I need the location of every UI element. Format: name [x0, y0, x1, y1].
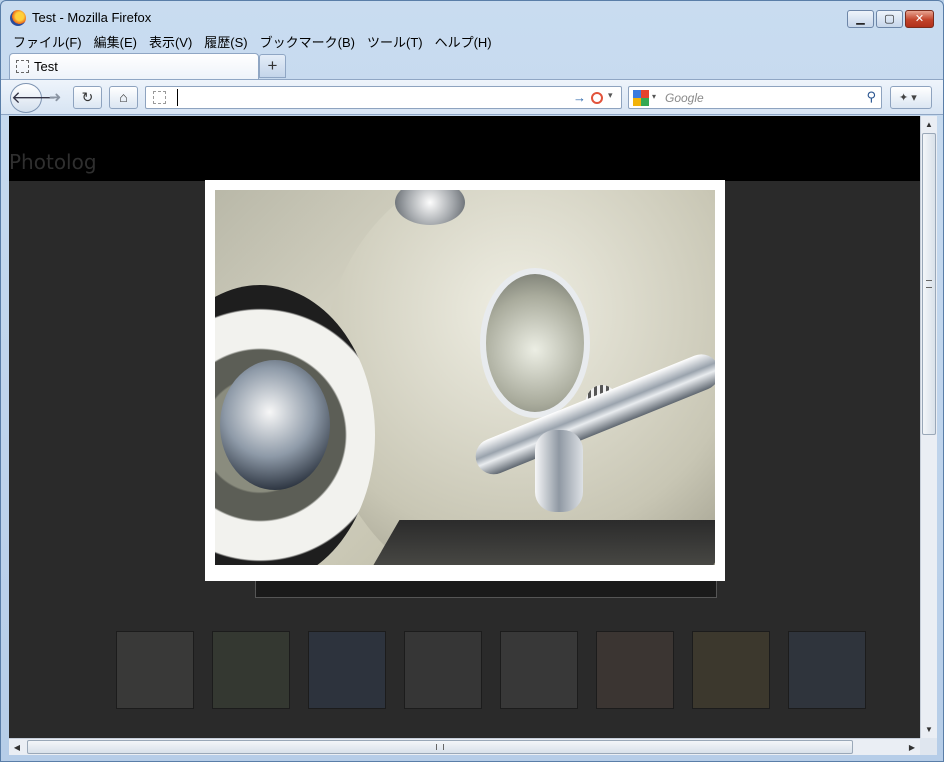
- forward-button[interactable]: ➜: [43, 88, 67, 108]
- thumbnail-strip: [116, 631, 866, 709]
- browser-window: Test - Mozilla Firefox ▁ ▢ ✕ ファイル(F) 編集(…: [0, 0, 944, 762]
- close-icon: ✕: [914, 12, 925, 25]
- window-controls: ▁ ▢ ✕: [847, 10, 934, 28]
- tab-strip: Test +: [1, 51, 943, 79]
- horizontal-scroll-thumb[interactable]: [27, 740, 853, 754]
- reload-button[interactable]: ↻: [73, 86, 102, 109]
- bookmark-ring-icon[interactable]: [591, 92, 603, 104]
- photo-hubcap-shape: [220, 360, 330, 490]
- thumbnail-7[interactable]: [692, 631, 770, 709]
- search-input[interactable]: [665, 90, 855, 106]
- search-bar[interactable]: ▾ ⚲: [628, 86, 882, 109]
- menu-bookmarks[interactable]: ブックマーク(B): [254, 30, 361, 50]
- horizontal-scrollbar[interactable]: ◀ ▶: [9, 738, 920, 755]
- photo-bumper-guard-shape: [535, 430, 583, 512]
- thumbnail-1[interactable]: [116, 631, 194, 709]
- site-header: Photolog: [9, 116, 920, 181]
- search-icon[interactable]: ⚲: [866, 89, 876, 105]
- minimize-button[interactable]: ▁: [847, 10, 874, 28]
- navigation-toolbar: 🡐 ➜ ↻ ⌂ → ▾ ▾ ⚲ ✦ ▾: [1, 79, 943, 115]
- scroll-right-arrow-icon[interactable]: ▶: [904, 739, 920, 756]
- home-icon: ⌂: [119, 89, 128, 105]
- thumbnail-6[interactable]: [596, 631, 674, 709]
- grip-icon: [926, 280, 932, 288]
- enlarged-photo[interactable]: [215, 190, 715, 565]
- scroll-left-arrow-icon[interactable]: ◀: [9, 739, 25, 756]
- menu-help[interactable]: ヘルプ(H): [429, 30, 498, 50]
- menu-edit[interactable]: 編集(E): [88, 30, 143, 50]
- scroll-down-arrow-icon[interactable]: ▼: [921, 721, 937, 738]
- title-bar: Test - Mozilla Firefox ▁ ▢ ✕: [1, 1, 943, 31]
- scrollbar-corner: [920, 738, 937, 755]
- menu-file[interactable]: ファイル(F): [7, 30, 88, 50]
- lightbox-frame[interactable]: [205, 180, 725, 581]
- vertical-scrollbar[interactable]: ▲ ▼: [920, 116, 937, 738]
- url-input[interactable]: [177, 89, 567, 106]
- vertical-scroll-thumb[interactable]: [922, 133, 936, 435]
- thumbnail-2[interactable]: [212, 631, 290, 709]
- site-title[interactable]: Photolog: [9, 150, 97, 174]
- grip-icon: [436, 744, 444, 750]
- page-content: Photolog: [9, 116, 920, 738]
- firefox-logo-icon: [10, 10, 26, 26]
- close-button[interactable]: ✕: [905, 10, 934, 28]
- thumbnail-3[interactable]: [308, 631, 386, 709]
- new-tab-button[interactable]: +: [259, 54, 286, 78]
- maximize-icon: ▢: [884, 12, 895, 25]
- thumbnail-5[interactable]: [500, 631, 578, 709]
- engine-dropdown-icon[interactable]: ▾: [652, 92, 656, 101]
- addon-icon: ✦ ▾: [899, 92, 917, 104]
- menu-history[interactable]: 履歴(S): [198, 30, 253, 50]
- reload-icon: ↻: [81, 89, 94, 105]
- photo-headlight-shape: [480, 268, 590, 418]
- menu-bar: ファイル(F) 編集(E) 表示(V) 履歴(S) ブックマーク(B) ツール(…: [7, 30, 498, 50]
- window-title: Test - Mozilla Firefox: [32, 10, 152, 25]
- forward-arrow-icon: ➜: [48, 89, 62, 106]
- home-button[interactable]: ⌂: [109, 86, 138, 109]
- tab-test[interactable]: Test: [9, 53, 259, 79]
- go-arrow-icon[interactable]: →: [573, 90, 586, 105]
- blank-page-icon: [16, 60, 29, 73]
- thumbnail-8[interactable]: [788, 631, 866, 709]
- back-button[interactable]: 🡐: [10, 83, 57, 113]
- tab-label: Test: [34, 59, 58, 74]
- thumbnail-4[interactable]: [404, 631, 482, 709]
- minimize-icon: ▁: [856, 12, 865, 25]
- addon-button[interactable]: ✦ ▾: [890, 86, 932, 109]
- maximize-button[interactable]: ▢: [876, 10, 903, 28]
- url-history-dropdown-icon[interactable]: ▾: [608, 90, 613, 101]
- scroll-up-arrow-icon[interactable]: ▲: [921, 116, 937, 133]
- page-identity-icon[interactable]: [153, 91, 166, 104]
- photo-ground-shape: [370, 520, 715, 565]
- menu-tools[interactable]: ツール(T): [361, 30, 429, 50]
- address-bar[interactable]: → ▾: [145, 86, 622, 109]
- google-engine-icon[interactable]: [633, 90, 649, 106]
- menu-view[interactable]: 表示(V): [143, 30, 198, 50]
